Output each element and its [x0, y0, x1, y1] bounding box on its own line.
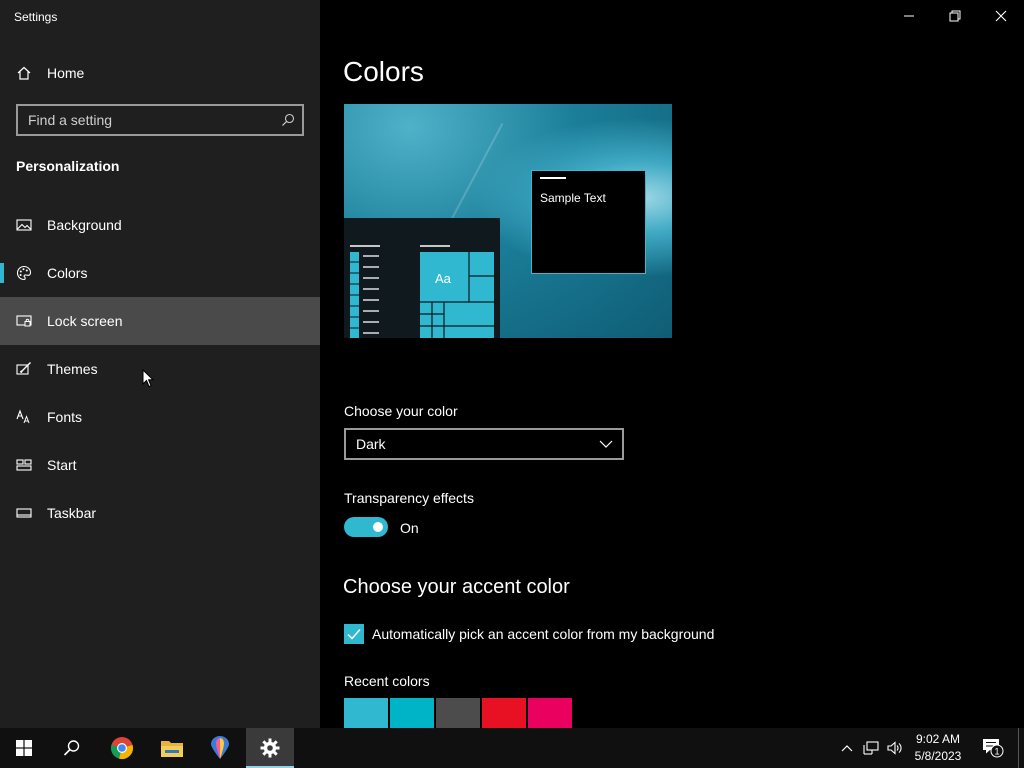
- transparency-toggle[interactable]: [344, 517, 388, 537]
- page-title: Colors: [343, 56, 424, 87]
- color-mode-dropdown[interactable]: Dark: [344, 428, 624, 460]
- sidebar-item-label: Colors: [47, 265, 88, 281]
- picture-icon: [16, 217, 32, 233]
- preview-tile-text: Aa: [435, 271, 452, 286]
- fonts-icon: [16, 409, 32, 425]
- taskbar-icon: [16, 505, 32, 521]
- clock-date: 5/8/2023: [914, 749, 962, 763]
- taskbar-settings[interactable]: [246, 728, 294, 768]
- auto-accent-label: Automatically pick an accent color from …: [372, 626, 715, 642]
- sidebar-item-taskbar[interactable]: Taskbar: [0, 489, 320, 537]
- checkmark-icon: [347, 629, 361, 640]
- recent-color-swatch[interactable]: [528, 698, 572, 728]
- notification-count: 1: [994, 747, 999, 757]
- show-hidden-icons-button[interactable]: [836, 728, 858, 768]
- taskbar: 9:02 AM 5/8/2023 1: [0, 728, 1024, 768]
- chevron-up-icon: [841, 745, 853, 752]
- volume-button[interactable]: [884, 728, 906, 768]
- sidebar-item-label: Background: [47, 217, 122, 233]
- sidebar-item-home[interactable]: Home: [0, 49, 320, 97]
- sidebar-item-label: Themes: [47, 361, 98, 377]
- preview-start-tiles: Aa: [350, 245, 494, 338]
- taskbar-file-explorer[interactable]: [148, 728, 196, 768]
- recent-color-swatch[interactable]: [482, 698, 526, 728]
- windows-logo-icon: [16, 740, 32, 756]
- clock-time: 9:02 AM: [915, 732, 961, 746]
- themes-icon: [16, 361, 32, 377]
- restore-icon: [949, 10, 961, 22]
- sidebar-item-start[interactable]: Start: [0, 441, 320, 489]
- sidebar-item-label: Lock screen: [47, 313, 123, 329]
- color-mode-value: Dark: [356, 436, 386, 452]
- preview-sample-text: Sample Text: [540, 191, 606, 205]
- sidebar-item-label: Fonts: [47, 409, 83, 425]
- transparency-label: Transparency effects: [344, 490, 474, 506]
- folder-icon: [161, 741, 183, 757]
- speaker-icon: [887, 741, 902, 755]
- preview-sample-window: Sample Text: [531, 170, 646, 274]
- show-desktop-button[interactable]: [1018, 728, 1024, 768]
- close-icon: [995, 10, 1007, 22]
- taskbar-chrome[interactable]: [98, 728, 146, 768]
- recent-color-swatch[interactable]: [390, 698, 434, 728]
- chevron-down-icon: [599, 440, 613, 448]
- search-box[interactable]: [16, 104, 304, 136]
- mouse-cursor-icon: [142, 369, 154, 388]
- taskbar-search-button[interactable]: [48, 728, 96, 768]
- sidebar-item-themes[interactable]: Themes: [0, 345, 320, 393]
- sidebar: Settings Home Personalization Background…: [0, 0, 320, 728]
- notifications-icon: 1: [983, 739, 1004, 758]
- section-title: Personalization: [16, 158, 120, 174]
- sidebar-item-fonts[interactable]: Fonts: [0, 393, 320, 441]
- theme-preview: Aa Sample Text: [344, 104, 672, 338]
- network-button[interactable]: [860, 728, 882, 768]
- minimize-icon: [904, 15, 914, 17]
- chrome-icon: [111, 737, 133, 759]
- sidebar-item-label: Taskbar: [47, 505, 97, 521]
- recent-color-swatch[interactable]: [436, 698, 480, 728]
- preview-start-menu: Aa: [344, 218, 500, 338]
- clock[interactable]: 9:02 AM 5/8/2023: [906, 731, 970, 765]
- recent-color-swatch[interactable]: [344, 698, 388, 728]
- home-icon: [16, 65, 32, 81]
- action-center-button[interactable]: 1: [978, 728, 1008, 768]
- choose-color-label: Choose your color: [344, 403, 458, 419]
- gear-icon: [260, 738, 280, 758]
- sidebar-item-label: Start: [47, 457, 77, 473]
- close-button[interactable]: [978, 0, 1024, 32]
- network-icon: [863, 741, 879, 755]
- minimize-button[interactable]: [886, 0, 932, 32]
- palette-icon: [16, 265, 32, 281]
- sidebar-item-lock-screen[interactable]: Lock screen: [0, 297, 320, 345]
- search-input[interactable]: [18, 112, 274, 128]
- auto-accent-checkbox[interactable]: [344, 624, 364, 644]
- sidebar-item-label: Home: [47, 65, 85, 81]
- transparency-state: On: [400, 520, 419, 536]
- toggle-knob: [373, 522, 383, 532]
- start-button[interactable]: [0, 728, 48, 768]
- start-icon: [16, 457, 32, 473]
- preview-title-bar: [540, 177, 566, 179]
- app-title: Settings: [14, 10, 58, 24]
- sidebar-item-background[interactable]: Background: [0, 201, 320, 249]
- paint-3d-icon: [211, 736, 229, 759]
- recent-colors-label: Recent colors: [344, 673, 430, 689]
- sidebar-item-colors[interactable]: Colors: [0, 249, 320, 297]
- lock-screen-icon: [16, 313, 32, 329]
- search-icon: [63, 740, 80, 756]
- restore-button[interactable]: [932, 0, 978, 32]
- accent-section-title: Choose your accent color: [343, 576, 570, 598]
- search-icon[interactable]: [274, 106, 302, 134]
- taskbar-paint[interactable]: [196, 728, 244, 768]
